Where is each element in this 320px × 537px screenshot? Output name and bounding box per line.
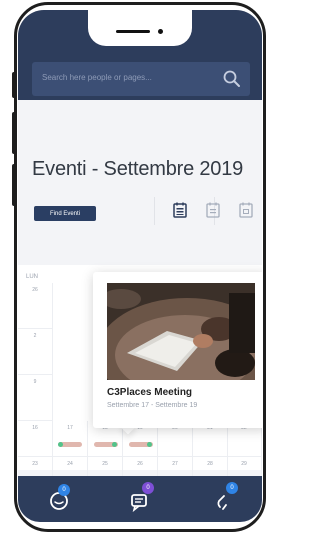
day-number: 23 xyxy=(32,461,38,467)
find-events-button[interactable]: Find Eventi xyxy=(34,206,96,221)
search-input[interactable]: Search here people or pages... xyxy=(42,73,152,82)
day-number: 29 xyxy=(241,461,247,467)
calendar-day-cell[interactable]: 24 xyxy=(53,457,88,477)
calendar-month-view-icon[interactable] xyxy=(173,202,187,218)
day-number: 16 xyxy=(32,425,38,431)
calendar-day-cell[interactable]: 23 xyxy=(18,457,53,477)
notification-badge: 0 xyxy=(58,484,70,496)
bottom-nav: 0 0 0 xyxy=(18,476,262,522)
day-number: 26 xyxy=(32,287,38,293)
camera-dot xyxy=(158,29,163,34)
calendar-day-cell[interactable]: 16 xyxy=(18,421,53,457)
calendar-day-view-icon[interactable] xyxy=(239,202,253,218)
event-photo xyxy=(107,283,255,380)
calendar-day-cell[interactable]: 25 xyxy=(88,457,123,477)
day-number: 27 xyxy=(172,461,178,467)
calendar-day-cell[interactable]: 9 xyxy=(18,375,53,421)
calendar-day-cell[interactable]: 17 xyxy=(53,421,88,457)
event-popup[interactable]: C3Places Meeting Settembre 17 - Settembr… xyxy=(93,272,262,428)
calendar-day-cell[interactable]: 27 xyxy=(158,457,193,477)
search-icon[interactable] xyxy=(222,69,242,89)
calendar-day-cell[interactable]: 26 xyxy=(18,283,53,329)
calendar-day-cell[interactable]: 26 xyxy=(123,457,158,477)
day-number: 25 xyxy=(102,461,108,467)
event-pill-marker xyxy=(58,442,63,447)
day-of-week-header: LUN xyxy=(26,274,39,280)
calendar-day-cell[interactable]: 29 xyxy=(227,457,262,477)
calendar-day-cell[interactable]: 28 xyxy=(193,457,228,477)
top-header: Search here people or pages... xyxy=(18,10,262,100)
phone-notch xyxy=(88,10,192,46)
search-bar[interactable]: Search here people or pages... xyxy=(32,62,250,96)
day-number: 24 xyxy=(67,461,73,467)
notification-badge: 0 xyxy=(226,482,238,494)
event-title[interactable]: C3Places Meeting xyxy=(107,387,192,398)
event-pill-marker xyxy=(112,442,117,447)
calendar-week-view-icon[interactable] xyxy=(206,202,220,218)
speaker-slot xyxy=(116,30,150,33)
day-number: 9 xyxy=(33,379,37,385)
calendar-day-cell[interactable]: 2 xyxy=(18,329,53,375)
day-number: 2 xyxy=(33,333,37,339)
day-number: 26 xyxy=(137,461,143,467)
page-title: Eventi - Settembre 2019 xyxy=(32,158,244,180)
event-dates: Settembre 17 - Settembre 19 xyxy=(107,402,198,409)
app-screen: Search here people or pages... Eventi - … xyxy=(18,10,262,522)
event-pill-marker xyxy=(147,442,152,447)
day-number: 28 xyxy=(207,461,213,467)
day-number: 17 xyxy=(67,425,73,431)
divider xyxy=(154,197,155,225)
notification-badge: 0 xyxy=(142,482,154,494)
